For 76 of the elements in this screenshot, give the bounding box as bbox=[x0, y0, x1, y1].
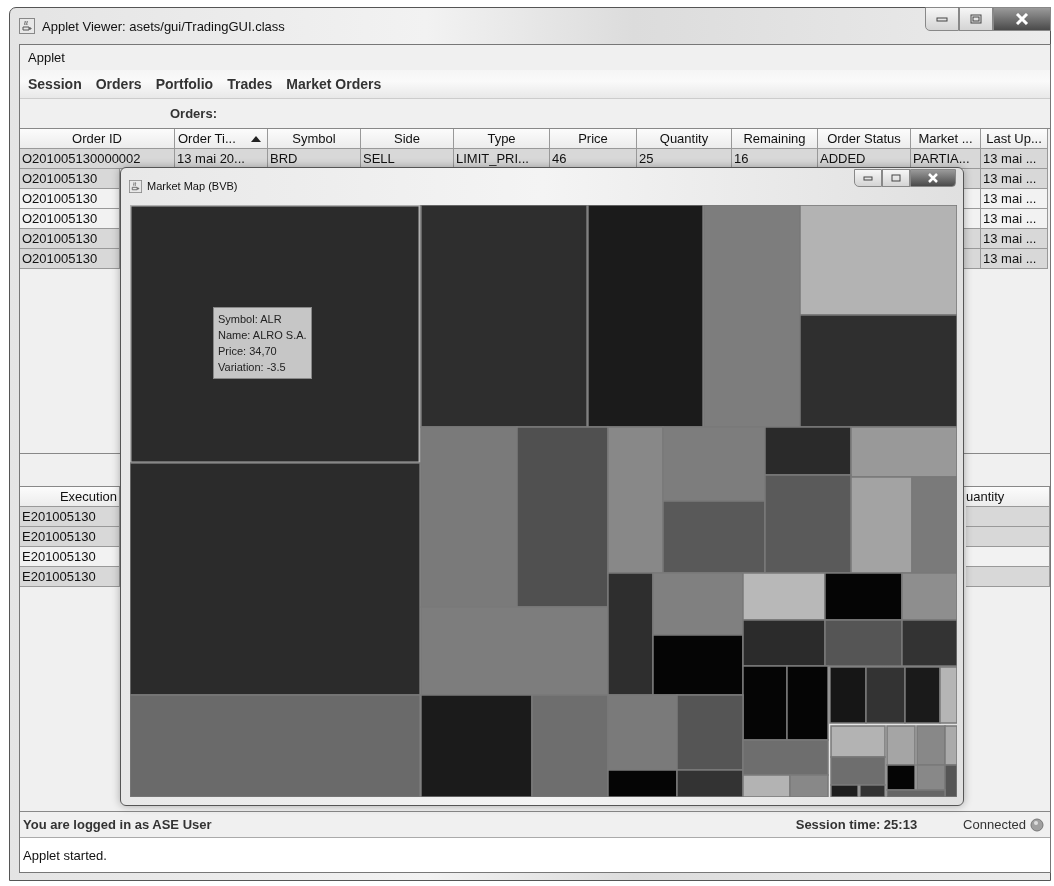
maximize-icon bbox=[891, 174, 901, 182]
table-cell: 13 mai 20... bbox=[175, 149, 268, 169]
window-title: Market Map (BVB) bbox=[147, 180, 238, 192]
sort-ascending-icon bbox=[251, 135, 261, 142]
table-cell: 13 mai ... bbox=[981, 149, 1048, 169]
table-cell: BRD bbox=[268, 149, 361, 169]
table-cell: O201005130 bbox=[20, 249, 120, 269]
table-cell: ADDED bbox=[818, 149, 911, 169]
menu-item[interactable]: Market Orders bbox=[286, 76, 382, 92]
minimize-button[interactable] bbox=[854, 169, 882, 187]
table-cell: E201005130 bbox=[20, 547, 120, 567]
tooltip-line: Name: ALRO S.A. bbox=[218, 328, 307, 343]
menu-item[interactable]: Session bbox=[28, 76, 82, 92]
table-cell bbox=[964, 249, 981, 269]
menu-item[interactable]: Portfolio bbox=[155, 76, 214, 92]
table-cell: 13 mai ... bbox=[981, 189, 1048, 209]
column-header[interactable]: Price bbox=[550, 129, 637, 149]
column-header[interactable]: Quantity bbox=[637, 129, 732, 149]
menu-item[interactable]: Trades bbox=[227, 76, 273, 92]
column-header[interactable]: Last Up... bbox=[981, 129, 1048, 149]
minimize-icon bbox=[936, 16, 948, 22]
maximize-button[interactable] bbox=[959, 7, 993, 31]
close-button[interactable] bbox=[910, 169, 956, 187]
table-cell bbox=[964, 189, 981, 209]
table-cell: O201005130 bbox=[20, 169, 120, 189]
menu-item[interactable]: Orders bbox=[95, 76, 142, 92]
column-header[interactable]: Side bbox=[361, 129, 454, 149]
applet-status: Applet started. bbox=[23, 847, 107, 863]
table-cell: O201005130 bbox=[20, 229, 120, 249]
table-cell: E201005130 bbox=[20, 507, 120, 527]
column-header[interactable]: Order Status bbox=[818, 129, 911, 149]
user-label: You are logged in as ASE User bbox=[23, 817, 212, 832]
close-icon bbox=[927, 173, 939, 183]
close-icon bbox=[1015, 13, 1029, 25]
column-header[interactable]: Order Ti... bbox=[175, 129, 268, 149]
table-cell: E201005130 bbox=[20, 567, 120, 587]
column-header[interactable]: Symbol bbox=[268, 129, 361, 149]
table-cell bbox=[964, 169, 981, 189]
tooltip-line: Symbol: ALR bbox=[218, 312, 283, 327]
table-cell: 46 bbox=[550, 149, 637, 169]
section-label: Orders: bbox=[170, 106, 217, 121]
table-cell: PARTIA... bbox=[911, 149, 981, 169]
status-dot-icon bbox=[1030, 817, 1044, 832]
table-cell: O201005130000002 bbox=[20, 149, 175, 169]
maximize-icon bbox=[970, 14, 982, 24]
close-button[interactable] bbox=[993, 7, 1051, 31]
coffee-cup-icon bbox=[19, 18, 35, 34]
table-cell: 13 mai ... bbox=[981, 209, 1048, 229]
tooltip-line: Variation: -3.5 bbox=[218, 360, 287, 375]
minimize-icon bbox=[863, 175, 873, 181]
table-cell: 13 mai ... bbox=[981, 229, 1048, 249]
column-header[interactable]: Market ... bbox=[911, 129, 981, 149]
table-cell: 25 bbox=[637, 149, 732, 169]
maximize-button[interactable] bbox=[882, 169, 910, 187]
connection-status: Connected bbox=[963, 817, 1026, 832]
column-header[interactable]: Order ID bbox=[20, 129, 175, 149]
table-cell: SELL bbox=[361, 149, 454, 169]
table-cell bbox=[964, 229, 981, 249]
table-cell: 13 mai ... bbox=[981, 169, 1048, 189]
column-header[interactable]: uantity bbox=[966, 487, 1050, 507]
column-header[interactable]: Type bbox=[454, 129, 550, 149]
table-cell: O201005130 bbox=[20, 189, 120, 209]
menu-item[interactable]: Applet bbox=[28, 50, 65, 65]
table-cell: 13 mai ... bbox=[981, 249, 1048, 269]
table-cell: LIMIT_PRI... bbox=[454, 149, 550, 169]
table-cell: 16 bbox=[732, 149, 818, 169]
window-title: Applet Viewer: asets/gui/TradingGUI.class bbox=[42, 18, 285, 34]
table-cell: E201005130 bbox=[20, 527, 120, 547]
minimize-button[interactable] bbox=[925, 7, 959, 31]
coffee-cup-icon bbox=[129, 179, 142, 193]
session-time: Session time: 25:13 bbox=[795, 817, 918, 832]
column-header[interactable]: Execution bbox=[20, 487, 120, 507]
column-header[interactable]: Remaining bbox=[732, 129, 818, 149]
table-cell bbox=[964, 209, 981, 229]
tooltip-line: Price: 34,70 bbox=[218, 344, 278, 359]
table-cell: O201005130 bbox=[20, 209, 120, 229]
